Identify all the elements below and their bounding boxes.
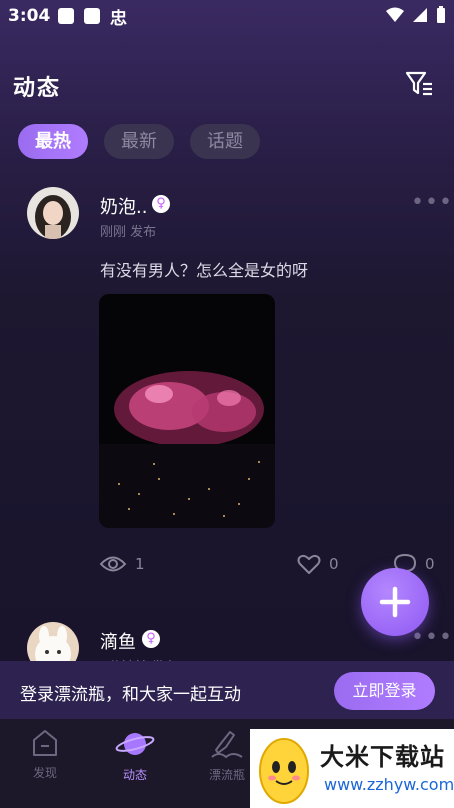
more-options-icon[interactable]: ••• (411, 190, 453, 215)
watermark-title: 大米下载站 (320, 743, 445, 771)
post-username[interactable]: 滴鱼 (100, 628, 136, 654)
watermark: 大米下载站 www.zzhyw.com (250, 729, 454, 808)
eye-icon (99, 556, 127, 572)
bottle-icon (211, 731, 243, 759)
signal-icon (413, 8, 427, 22)
female-gender-icon: ♀ (142, 630, 160, 648)
view-count: 1 (99, 553, 145, 575)
tab-topics[interactable]: 话题 (190, 124, 260, 159)
plus-icon (379, 586, 411, 618)
post-image[interactable] (99, 294, 275, 528)
like-count-value: 0 (329, 555, 339, 573)
filter-icon (405, 71, 432, 96)
login-prompt-text: 登录漂流瓶，和大家一起互动 (20, 685, 241, 705)
wifi-icon (386, 7, 404, 22)
nav-item-feed[interactable]: 动态 (100, 729, 170, 783)
feed-tabs: 最热 最新 话题 (18, 124, 260, 159)
heart-icon (297, 554, 321, 574)
mascot-icon (259, 738, 309, 804)
view-count-value: 1 (135, 555, 145, 573)
planet-icon (115, 733, 155, 755)
tab-latest[interactable]: 最新 (104, 124, 174, 159)
page-title: 动态 (13, 76, 62, 101)
battery-icon (437, 6, 445, 23)
tab-hot[interactable]: 最热 (18, 124, 88, 159)
filter-button[interactable] (404, 70, 434, 98)
notification-icon (58, 8, 74, 24)
create-post-button[interactable] (361, 568, 429, 636)
like-button[interactable]: 0 (297, 553, 339, 575)
nav-label: 发现 (32, 766, 57, 780)
post-time: 刚刚 发布 (100, 225, 157, 240)
avatar[interactable] (27, 187, 79, 239)
status-icons (386, 6, 446, 24)
login-banner: 登录漂流瓶，和大家一起互动 立即登录 (0, 661, 454, 719)
home-icon (33, 730, 57, 756)
login-button[interactable]: 立即登录 (334, 672, 435, 710)
nav-item-discover[interactable]: 发现 (10, 729, 80, 781)
notification-icon (84, 8, 100, 24)
watermark-url: www.zzhyw.com (324, 775, 454, 794)
status-bar: 3:04 忠 (0, 0, 454, 32)
post-text: 有没有男人？怎么全是女的呀 (100, 261, 309, 280)
post-username[interactable]: 奶泡.. (100, 193, 147, 219)
nav-label: 动态 (122, 768, 147, 782)
app-notification-glyph: 忠 (110, 9, 127, 29)
status-time: 3:04 (8, 6, 51, 26)
female-gender-icon: ♀ (152, 195, 170, 213)
